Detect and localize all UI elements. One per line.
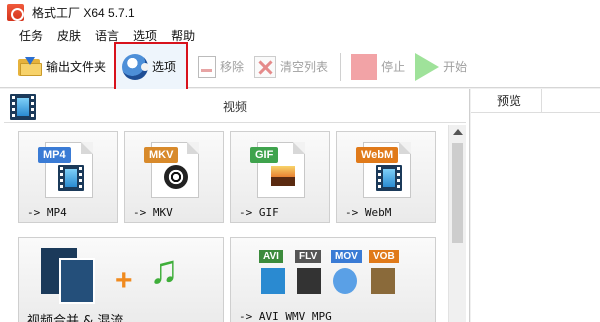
stop-button[interactable]: 停止 (347, 50, 409, 84)
vertical-scrollbar[interactable] (448, 125, 466, 322)
film-icon (58, 165, 84, 191)
title-bar: 格式工厂 X64 5.7.1 (0, 0, 600, 24)
start-button[interactable]: 开始 (411, 50, 471, 84)
menu-skin[interactable]: 皮肤 (50, 27, 88, 44)
webm-file-icon: WebM (356, 142, 411, 198)
menu-bar: 任务 皮肤 语言 选项 帮助 (0, 24, 600, 46)
film-icon (376, 165, 402, 191)
flv-file-icon (297, 268, 321, 294)
gif-file-icon: GIF (250, 142, 305, 198)
plus-icon: + (115, 264, 133, 297)
preview-header: 预览 (471, 89, 600, 113)
video-category-header[interactable]: 视频 (4, 91, 466, 123)
webm-tag: WebM (356, 147, 399, 163)
disc-icon (164, 165, 188, 189)
toolbar: 输出文件夹 选项 移除 清空列表 停止 开始 (0, 41, 600, 92)
vob-tag: VOB (369, 250, 399, 263)
webm-label: -> WebM (345, 206, 392, 219)
gif-label: -> GIF (239, 206, 279, 219)
format-gif-tile[interactable]: GIF -> GIF (230, 131, 330, 223)
mov-tag: MOV (331, 250, 362, 263)
stop-icon (351, 53, 378, 80)
clear-list-button[interactable]: 清空列表 (250, 50, 332, 84)
output-folder-label: 输出文件夹 (46, 60, 107, 74)
mkv-label: -> MKV (133, 206, 173, 219)
stop-label: 停止 (381, 60, 406, 74)
preview-panel: 预览 (471, 89, 600, 322)
format-panel: 视频 MP4 -> MP4 MKV -> MKV GIF -> GIF WebM… (0, 89, 470, 322)
options-label: 选项 (152, 60, 177, 74)
remove-icon (198, 55, 217, 78)
preview-column-divider (541, 89, 542, 113)
category-title: 视频 (222, 100, 247, 114)
output-folder-button[interactable]: 输出文件夹 (14, 50, 110, 84)
menu-language[interactable]: 语言 (88, 27, 126, 44)
format-mkv-tile[interactable]: MKV -> MKV (124, 131, 224, 223)
vob-file-icon (371, 268, 395, 294)
mkv-file-icon: MKV (144, 142, 199, 198)
film-stack-icon-2 (59, 258, 95, 304)
clear-list-label: 清空列表 (280, 60, 329, 74)
preview-title: 预览 (497, 94, 522, 108)
flv-tag: FLV (295, 250, 322, 263)
merge-label: 视频合并 & 混流 (27, 314, 124, 322)
mp4-label: -> MP4 (27, 206, 67, 219)
remove-button[interactable]: 移除 (194, 50, 248, 84)
video-merge-tile[interactable]: + ♫ 视频合并 & 混流 (18, 237, 224, 322)
format-mp4-tile[interactable]: MP4 -> MP4 (18, 131, 118, 223)
image-icon (270, 165, 296, 187)
options-gear-icon (122, 53, 150, 80)
avi-file-icon (261, 268, 285, 294)
scroll-thumb[interactable] (452, 143, 463, 243)
play-icon (415, 52, 440, 81)
menu-task[interactable]: 任务 (12, 27, 50, 44)
mp4-file-icon: MP4 (38, 142, 93, 198)
mp4-tag: MP4 (38, 147, 71, 163)
menu-help[interactable]: 帮助 (164, 27, 202, 44)
mov-file-icon (333, 268, 357, 294)
scroll-up-arrow-icon[interactable] (453, 129, 463, 135)
toolbar-separator (340, 52, 342, 81)
remove-label: 移除 (220, 60, 245, 74)
window-title: 格式工厂 X64 5.7.1 (32, 5, 135, 20)
folder-icon (18, 56, 42, 77)
format-webm-tile[interactable]: WebM -> WebM (336, 131, 436, 223)
multi-format-tile[interactable]: AVI FLV MOV VOB -> AVI WMV MPG (230, 237, 436, 322)
avi-tag: AVI (259, 250, 283, 263)
mkv-tag: MKV (144, 147, 179, 163)
clear-list-icon (254, 55, 277, 78)
start-label: 开始 (443, 60, 468, 74)
menu-options[interactable]: 选项 (126, 27, 164, 44)
options-button[interactable]: 选项 (114, 41, 189, 92)
video-film-icon (10, 94, 36, 120)
app-logo-icon (7, 3, 24, 21)
gif-tag: GIF (250, 147, 279, 163)
music-note-icon: ♫ (149, 248, 179, 292)
multi-format-label: -> AVI WMV MPG (239, 310, 332, 322)
format-grid: MP4 -> MP4 MKV -> MKV GIF -> GIF WebM ->… (6, 127, 446, 322)
